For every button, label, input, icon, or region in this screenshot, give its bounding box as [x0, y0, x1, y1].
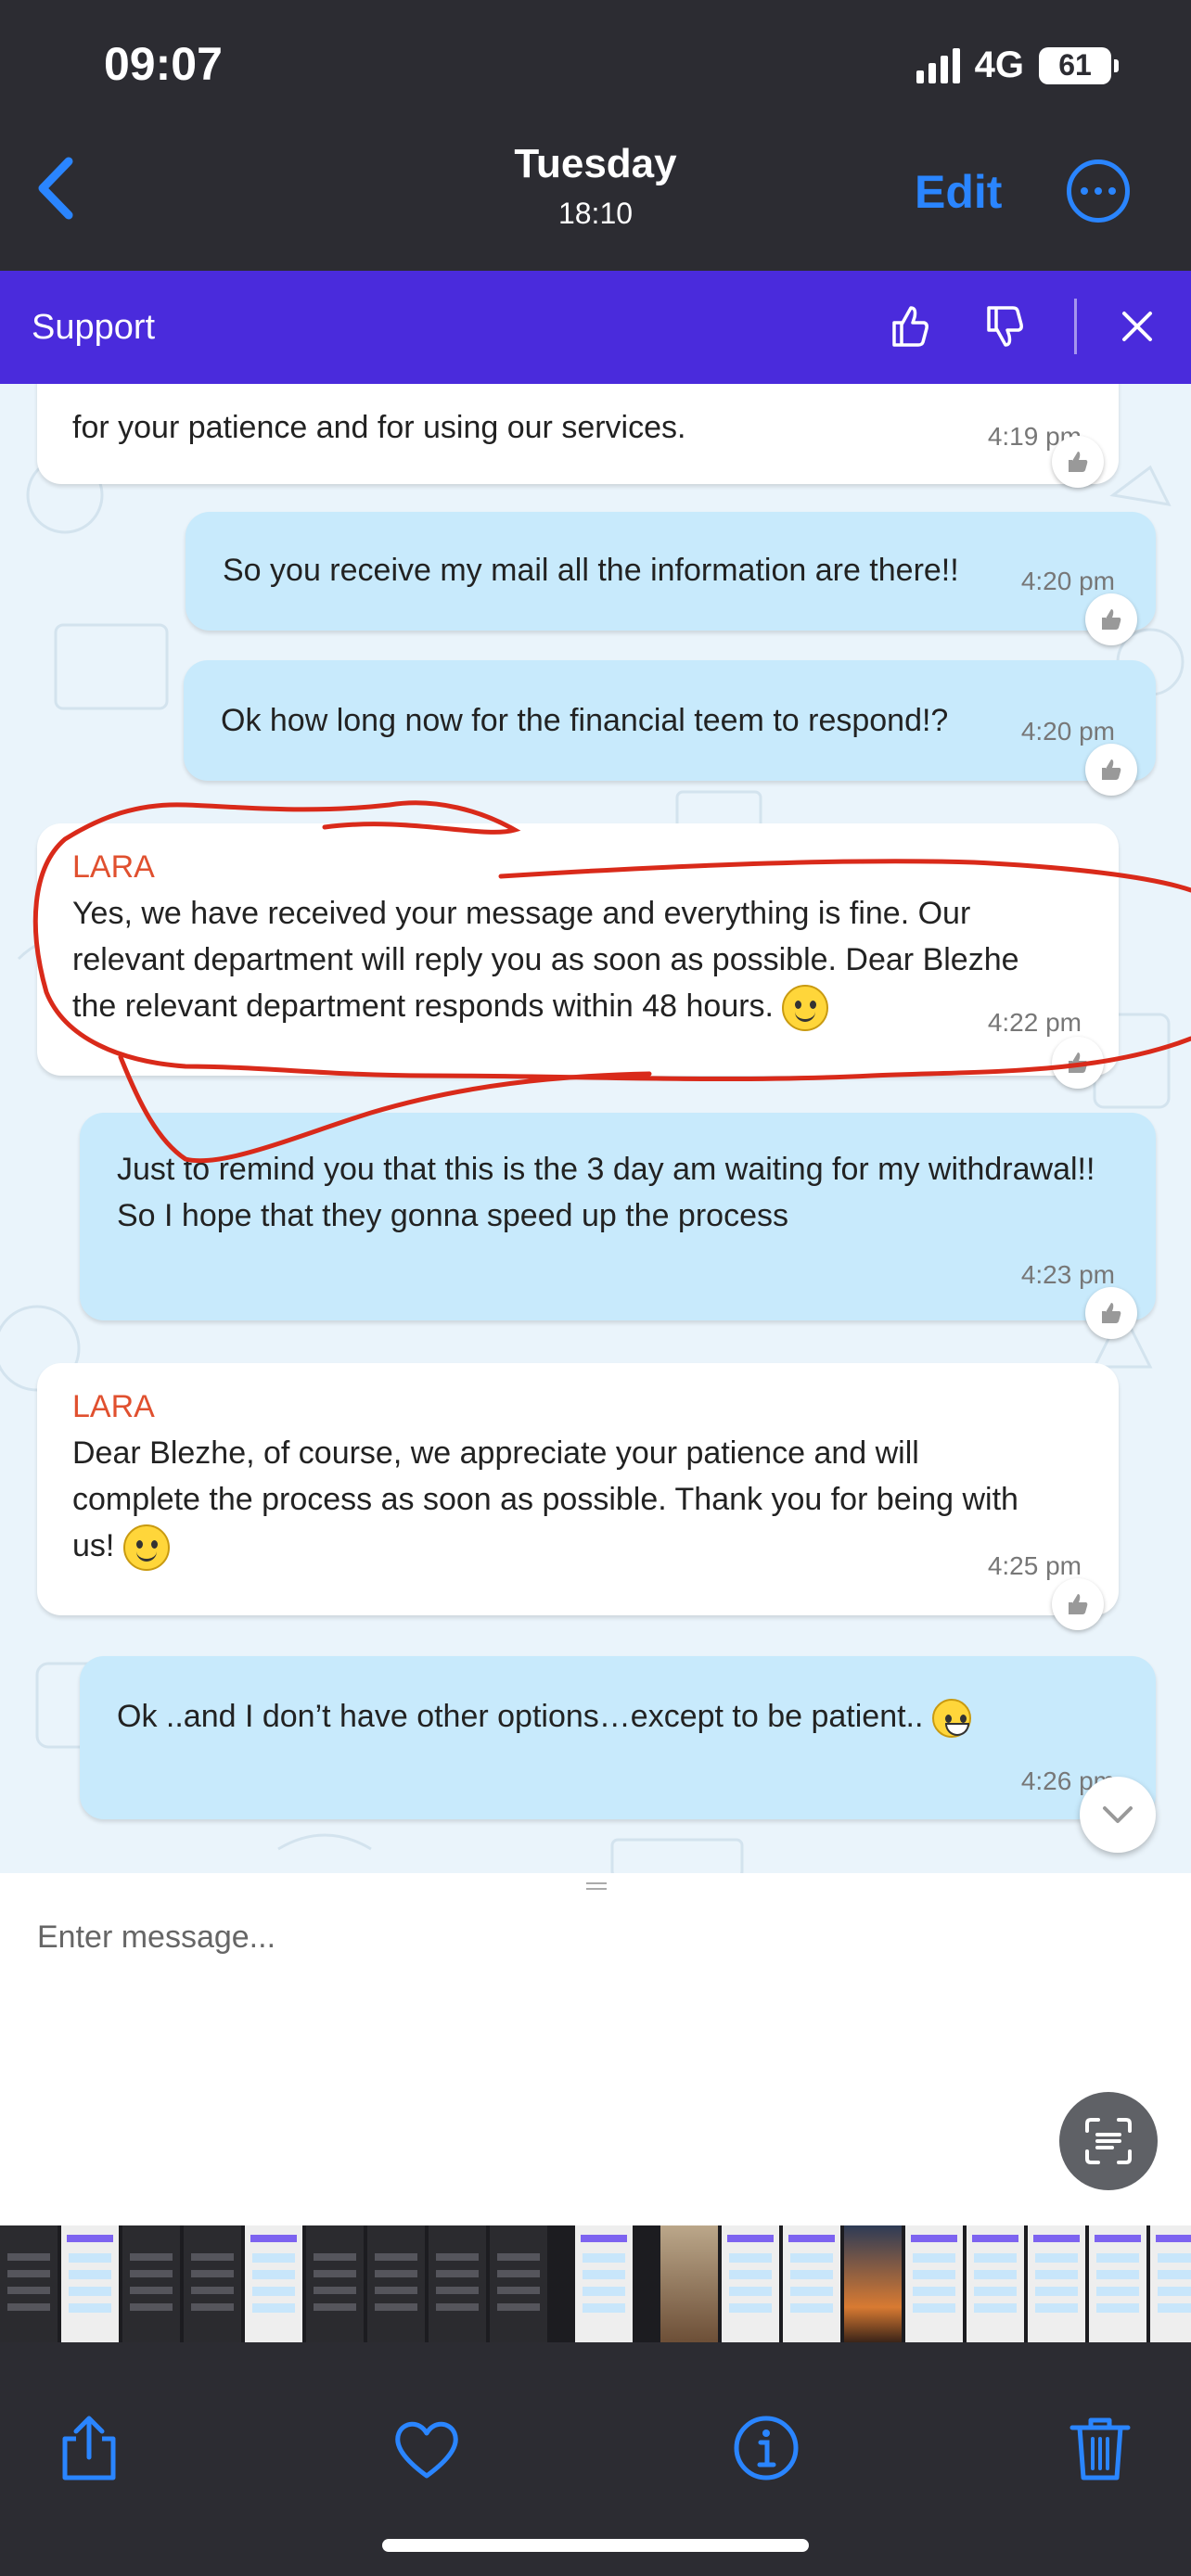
- share-icon[interactable]: [52, 2411, 126, 2485]
- message-text: So you receive my mail all the informati…: [223, 553, 959, 588]
- like-icon[interactable]: [1052, 1578, 1104, 1630]
- photo-thumbnail[interactable]: [1089, 2225, 1146, 2342]
- message-sender: LARA: [72, 1389, 155, 1424]
- photo-thumbnail[interactable]: [1150, 2225, 1191, 2342]
- message-outgoing[interactable]: Ok ..and I don’t have other options…exce…: [80, 1656, 1156, 1819]
- message-text: Dear Blezhe, of course, we appreciate yo…: [72, 1435, 1018, 1563]
- photo-thumbnail[interactable]: [490, 2225, 547, 2342]
- message-body: Ok ..and I don’t have other options…exce…: [117, 1693, 1100, 1740]
- info-icon[interactable]: [729, 2411, 803, 2485]
- more-icon[interactable]: [1067, 159, 1130, 223]
- like-icon[interactable]: [1052, 1037, 1104, 1089]
- message-sender: LARA: [72, 849, 155, 885]
- photo-thumbnail[interactable]: [0, 2225, 58, 2342]
- chat-header: Support: [0, 271, 1191, 384]
- photo-thumbnail[interactable]: [905, 2225, 963, 2342]
- like-icon[interactable]: [1085, 744, 1137, 796]
- chat-area[interactable]: for your patience and for using our serv…: [0, 384, 1191, 1873]
- status-indicators: 4G 61: [916, 45, 1119, 86]
- like-icon[interactable]: [1085, 593, 1137, 645]
- message-incoming[interactable]: LARA Yes, we have received your message …: [37, 823, 1119, 1076]
- message-outgoing[interactable]: Just to remind you that this is the 3 da…: [80, 1113, 1156, 1320]
- photo-thumbnail[interactable]: [184, 2225, 241, 2342]
- network-label: 4G: [974, 45, 1024, 85]
- photo-thumbnail[interactable]: [306, 2225, 364, 2342]
- grin-emoji-icon: [931, 1699, 971, 1739]
- message-outgoing[interactable]: So you receive my mail all the informati…: [186, 512, 1156, 631]
- smile-emoji-icon: [782, 985, 829, 1032]
- photo-thumbnail[interactable]: [575, 2225, 633, 2342]
- like-icon[interactable]: [1085, 1287, 1137, 1339]
- photo-thumbnail[interactable]: [967, 2225, 1024, 2342]
- header-divider: [1074, 299, 1077, 354]
- close-icon[interactable]: [1109, 299, 1165, 354]
- photo-thumbnail[interactable]: [660, 2225, 718, 2342]
- heart-icon[interactable]: [390, 2411, 464, 2485]
- message-body: Yes, we have received your message and e…: [72, 890, 1037, 1032]
- smile-emoji-icon: [122, 1524, 170, 1572]
- scroll-down-button[interactable]: [1080, 1777, 1156, 1853]
- photo-thumbnail[interactable]: [61, 2225, 119, 2342]
- photo-thumbnail[interactable]: [722, 2225, 779, 2342]
- signal-icon: [916, 47, 960, 83]
- chat-title: Support: [32, 308, 156, 347]
- photo-thumbnail[interactable]: [1028, 2225, 1085, 2342]
- home-indicator[interactable]: [382, 2539, 809, 2552]
- message-text: Ok how long now for the financial teem t…: [221, 703, 949, 738]
- trash-icon[interactable]: [1063, 2411, 1137, 2485]
- photo-thumbnail[interactable]: [429, 2225, 486, 2342]
- battery-icon: 61: [1039, 46, 1119, 84]
- photo-thumbnail[interactable]: [783, 2225, 840, 2342]
- like-icon[interactable]: [1052, 436, 1104, 488]
- photo-thumbnail[interactable]: [844, 2225, 902, 2342]
- photo-thumbnail[interactable]: [245, 2225, 302, 2342]
- photo-thumbnail[interactable]: [122, 2225, 180, 2342]
- message-outgoing[interactable]: Ok how long now for the financial teem t…: [184, 660, 1156, 781]
- photo-date-title: Tuesday: [514, 141, 677, 186]
- thumbs-up-icon[interactable]: [881, 299, 937, 354]
- message-incoming[interactable]: LARA Dear Blezhe, of course, we apprecia…: [37, 1363, 1119, 1615]
- photos-top-bar: 09:07 4G 61 Tuesday 18:10 Edit: [0, 0, 1191, 269]
- photo-thumbnail[interactable]: [367, 2225, 425, 2342]
- message-composer: [0, 1873, 1191, 2225]
- message-incoming[interactable]: for your patience and for using our serv…: [37, 384, 1119, 484]
- message-text: for your patience and for using our serv…: [72, 410, 686, 445]
- status-time: 09:07: [104, 38, 223, 90]
- message-text: Ok ..and I don’t have other options…exce…: [117, 1699, 924, 1734]
- thumbs-down-icon[interactable]: [976, 299, 1031, 354]
- live-text-scan-icon[interactable]: [1059, 2092, 1158, 2190]
- photo-thumbnail-strip[interactable]: [0, 2225, 1191, 2342]
- message-text: Just to remind you that this is the 3 da…: [117, 1152, 1095, 1233]
- drag-handle[interactable]: [586, 1882, 607, 1890]
- photo-time-subtitle: 18:10: [557, 197, 634, 230]
- edit-button[interactable]: Edit: [915, 165, 1002, 219]
- message-text: Yes, we have received your message and e…: [72, 896, 1019, 1024]
- message-input[interactable]: [37, 1919, 965, 1956]
- message-body: Dear Blezhe, of course, we appreciate yo…: [72, 1430, 1056, 1572]
